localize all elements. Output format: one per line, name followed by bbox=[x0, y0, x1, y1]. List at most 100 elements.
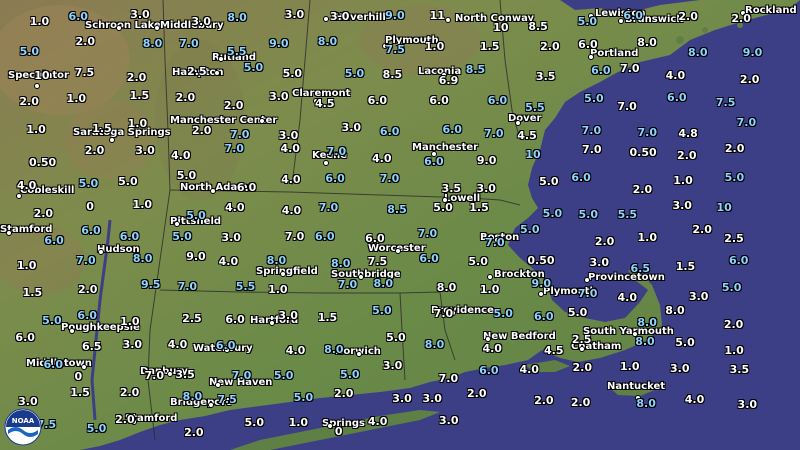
snowfall-value: 7.0 bbox=[484, 126, 504, 140]
snowfall-value: 5.0 bbox=[186, 209, 206, 223]
city-marker-icon bbox=[323, 160, 329, 166]
city-marker-icon bbox=[34, 83, 40, 89]
snowfall-value: 9.0 bbox=[186, 250, 206, 264]
snowfall-value: 7.0 bbox=[620, 61, 640, 75]
snowfall-value: 1.0 bbox=[673, 173, 693, 187]
snowfall-value: 8.0 bbox=[266, 253, 287, 267]
snowfall-value: 2.0 bbox=[126, 70, 147, 84]
snowfall-value: 6.0 bbox=[667, 90, 687, 104]
snowfall-value: 1.5 bbox=[675, 260, 696, 274]
snowfall-value: 3.0 bbox=[422, 391, 442, 405]
snowfall-value: 3.0 bbox=[438, 413, 459, 427]
snowfall-map: Schroon Lake Middlebury Haverhill North Con… bbox=[0, 0, 800, 450]
snowfall-value: 1.5 bbox=[22, 285, 43, 299]
snowfall-value: 4.0 bbox=[367, 414, 388, 428]
snowfall-value: 2.0 bbox=[466, 386, 487, 400]
snowfall-value: 1.0 bbox=[26, 122, 46, 136]
snowfall-value: 0 bbox=[334, 424, 343, 438]
snowfall-value: 6.0 bbox=[15, 331, 35, 345]
snowfall-value: 8.0 bbox=[637, 316, 657, 330]
snowfall-value: 3.5 bbox=[535, 70, 556, 84]
city-marker-icon bbox=[538, 291, 544, 297]
snowfall-value: 2.0 bbox=[333, 387, 354, 401]
city-marker-icon bbox=[16, 193, 22, 199]
snowfall-value: 8.0 bbox=[635, 335, 655, 349]
snowfall-value: 1.5 bbox=[469, 201, 489, 215]
snowfall-value: 8.0 bbox=[330, 257, 351, 271]
snowfall-value: 5.0 bbox=[42, 313, 62, 327]
city-marker-icon bbox=[259, 118, 265, 124]
city-marker-icon bbox=[210, 188, 216, 194]
snowfall-value: 3.0 bbox=[382, 358, 403, 372]
snowfall-value: 7.0 bbox=[144, 368, 165, 382]
snowfall-value: 7.0 bbox=[229, 127, 250, 141]
snowfall-value: 3.0 bbox=[284, 8, 305, 22]
snowfall-value: 7.5 bbox=[367, 254, 388, 268]
snowfall-value: 1.0 bbox=[637, 230, 658, 244]
snowfall-value: 7.0 bbox=[577, 286, 598, 300]
snowfall-value: 8.0 bbox=[317, 34, 338, 48]
snowfall-value: 3.0 bbox=[341, 120, 362, 134]
snowfall-value: 2.0 bbox=[534, 394, 554, 408]
snowfall-value: 7.5 bbox=[715, 96, 736, 110]
snowfall-value: 9.5 bbox=[140, 278, 161, 292]
snowfall-value: 6.0 bbox=[236, 180, 257, 194]
snowfall-value: 5.0 bbox=[468, 254, 488, 268]
snowfall-value: 6.0 bbox=[571, 170, 591, 184]
snowfall-value: 1.0 bbox=[132, 197, 153, 211]
snowfall-value: 7.0 bbox=[485, 236, 505, 250]
snowfall-value: 5.0 bbox=[273, 369, 294, 383]
snowfall-value: 2.0 bbox=[115, 413, 135, 427]
snowfall-value: 7.0 bbox=[438, 371, 459, 385]
snowfall-value: 7.0 bbox=[318, 201, 339, 215]
snowfall-value: 5.0 bbox=[118, 174, 138, 188]
snowfall-value: 5.0 bbox=[578, 208, 598, 222]
snowfall-value: 5.0 bbox=[584, 91, 604, 105]
snowfall-value: 5.0 bbox=[86, 421, 107, 435]
snowfall-value: 2.0 bbox=[731, 11, 751, 25]
snowfall-value: 3.0 bbox=[672, 199, 692, 213]
snowfall-value: 1.0 bbox=[120, 315, 140, 329]
snowfall-value: 5.0 bbox=[724, 171, 745, 185]
city-marker-icon bbox=[327, 423, 333, 429]
snowfall-value: 5.0 bbox=[172, 230, 192, 244]
snowfall-value: 7.0 bbox=[433, 307, 454, 321]
snowfall-value: 10 bbox=[525, 147, 541, 161]
snowfall-value: 2.0 bbox=[19, 94, 39, 108]
snowfall-value: 8.0 bbox=[687, 46, 708, 60]
snowfall-value: 6.0 bbox=[325, 172, 345, 186]
snowfall-value: 4.5 bbox=[517, 128, 537, 142]
snowfall-value: 8.0 bbox=[424, 338, 445, 352]
snowfall-value: 5.0 bbox=[372, 304, 392, 318]
snowfall-value: 2.0 bbox=[184, 425, 204, 439]
snowfall-value: 6.0 bbox=[591, 64, 611, 78]
snowfall-value: 8.5 bbox=[528, 20, 548, 34]
snowfall-value: 7.0 bbox=[581, 124, 602, 138]
snowfall-value: 3.0 bbox=[670, 361, 690, 375]
snowfall-value: 2.0 bbox=[724, 142, 745, 156]
snowfall-value: 8.5 bbox=[465, 63, 486, 77]
snowfall-value: 6.5 bbox=[81, 339, 102, 353]
snowfall-value: 2.0 bbox=[692, 223, 712, 237]
city-marker-icon bbox=[215, 382, 221, 388]
city-marker-icon bbox=[356, 351, 362, 357]
snowfall-value: 6.0 bbox=[728, 253, 749, 267]
snowfall-value: 8.0 bbox=[636, 397, 656, 411]
city-label: New Bedford bbox=[483, 331, 556, 342]
snowfall-value: 7.5 bbox=[74, 66, 95, 79]
city-marker-icon bbox=[588, 54, 594, 60]
snowfall-value: 3.0 bbox=[476, 182, 496, 196]
snowfall-value: 2.0 bbox=[723, 317, 744, 331]
city-label: Manchester bbox=[412, 142, 479, 153]
snowfall-value: 1.0 bbox=[424, 40, 445, 54]
city-label: Dover bbox=[508, 113, 542, 124]
snowfall-value: 4.5 bbox=[315, 96, 335, 110]
snowfall-value: 5.0 bbox=[340, 368, 360, 382]
snowfall-value: 6.5 bbox=[630, 262, 650, 276]
city-marker-icon bbox=[6, 230, 12, 236]
city-label: Provincetown bbox=[588, 272, 665, 283]
snowfall-value: 7.0 bbox=[617, 100, 637, 114]
snowfall-value: 1.0 bbox=[724, 343, 744, 357]
city-marker-icon bbox=[69, 328, 75, 334]
city-label: Nantucket bbox=[607, 381, 666, 392]
